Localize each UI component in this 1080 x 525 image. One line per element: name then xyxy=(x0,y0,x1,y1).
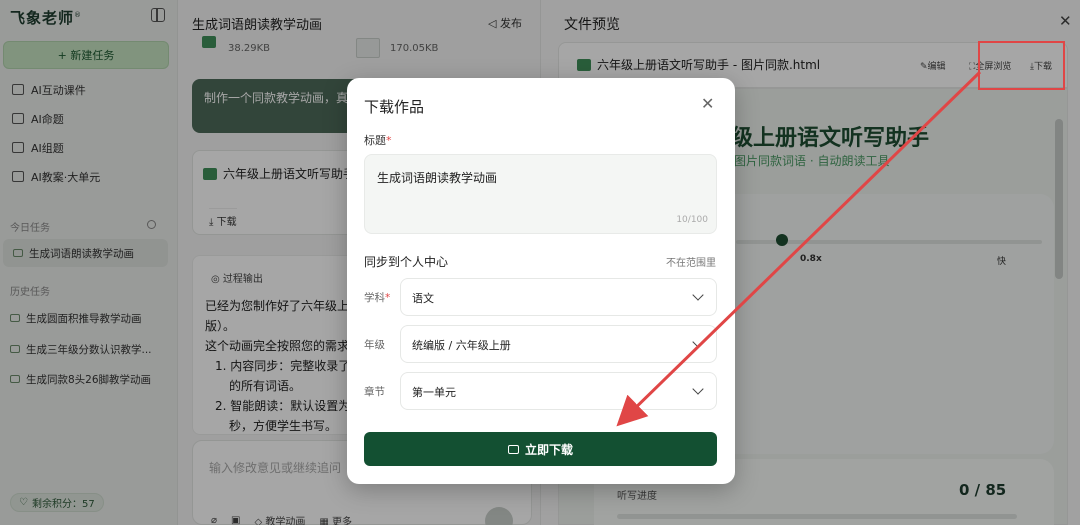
annotation-arrow xyxy=(616,70,982,427)
